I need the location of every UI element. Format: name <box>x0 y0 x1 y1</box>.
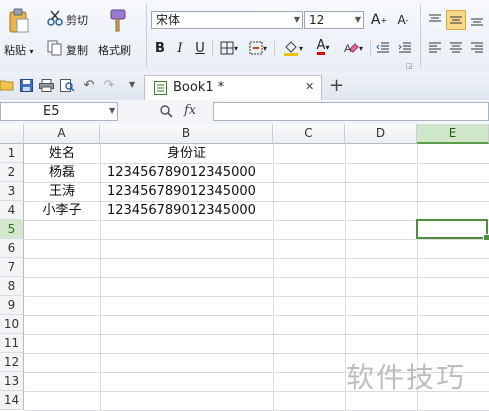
align-bottom-icon[interactable] <box>469 12 485 28</box>
align-top-icon[interactable] <box>427 12 443 28</box>
column-header-b[interactable]: B <box>100 124 273 144</box>
formula-input[interactable] <box>213 102 489 121</box>
cut-button[interactable]: 剪切 <box>66 12 88 28</box>
tab-label: Book1 * <box>173 80 225 95</box>
ribbon-toolbar: 粘贴 ▾ 剪切 复制 格式刷 宋体 ▼ 12 ▼ A + A- B I U ▾ ▾ ▾… <box>0 0 489 73</box>
align-center-icon[interactable] <box>448 40 464 56</box>
fill-color-icon[interactable]: ▾ <box>280 40 306 56</box>
gridline <box>24 334 489 335</box>
format-painter-icon[interactable] <box>104 8 130 34</box>
spreadsheet-icon <box>153 81 167 95</box>
dialog-launcher-icon[interactable]: ◲ <box>406 62 413 70</box>
print-icon[interactable] <box>38 78 54 92</box>
gridline <box>24 258 489 259</box>
gridline <box>24 315 489 316</box>
ribbon-divider <box>146 4 147 68</box>
row-header[interactable]: 13 <box>0 372 24 391</box>
watermark-text: 软件技巧 <box>346 361 467 394</box>
row-header[interactable]: 3 <box>0 182 24 201</box>
gridline <box>24 239 489 240</box>
cell-b4[interactable]: 123456789012345000 <box>107 201 256 220</box>
row-header[interactable]: 9 <box>0 296 24 315</box>
ribbon-divider <box>212 40 213 56</box>
cell-a1[interactable]: 姓名 <box>24 144 100 163</box>
row-header[interactable]: 12 <box>0 353 24 372</box>
row-header[interactable]: 8 <box>0 277 24 296</box>
name-box[interactable]: E5 ▼ <box>0 102 118 121</box>
underline-button[interactable]: U <box>192 40 208 56</box>
column-header-e[interactable]: E <box>417 124 489 144</box>
cell-b2[interactable]: 123456789012345000 <box>107 163 256 182</box>
undo-icon[interactable]: ↶ <box>82 78 96 93</box>
save-icon[interactable] <box>19 78 33 92</box>
clear-format-icon[interactable]: A ▾ <box>340 40 366 56</box>
grow-font-button[interactable]: A + <box>371 12 387 28</box>
cell-b1[interactable]: 身份证 <box>100 144 273 163</box>
copy-icon[interactable] <box>47 40 63 56</box>
column-header-c[interactable]: C <box>273 124 345 144</box>
cell-b3[interactable]: 123456789012345000 <box>107 182 256 201</box>
paste-button[interactable]: 粘贴 ▾ <box>4 42 34 58</box>
gridline <box>24 277 489 278</box>
column-header-d[interactable]: D <box>345 124 417 144</box>
row-header[interactable]: 1 <box>0 144 24 163</box>
column-header-a[interactable]: A <box>24 124 100 144</box>
row-header[interactable]: 10 <box>0 315 24 334</box>
align-left-icon[interactable] <box>427 40 443 56</box>
cell-a3[interactable]: 王涛 <box>24 182 100 201</box>
row-header[interactable]: 7 <box>0 258 24 277</box>
chevron-down-icon: ▼ <box>354 15 361 24</box>
ribbon-divider <box>420 4 421 68</box>
chevron-down-icon: ▼ <box>293 15 300 24</box>
increase-indent-icon[interactable] <box>397 40 413 56</box>
tab-book1[interactable]: Book1 * ✕ <box>144 75 322 100</box>
row-header[interactable]: 14 <box>0 391 24 410</box>
ribbon-divider <box>370 40 371 56</box>
redo-icon[interactable]: ↷ <box>102 78 116 93</box>
bold-button[interactable]: B <box>152 40 168 56</box>
row-header[interactable]: 4 <box>0 201 24 220</box>
row-header-selected[interactable]: 5 <box>0 220 24 239</box>
font-name-select[interactable]: 宋体 ▼ <box>151 11 303 29</box>
paste-icon[interactable] <box>6 6 32 36</box>
ribbon-divider <box>274 40 275 56</box>
shrink-font-button[interactable]: A- <box>395 12 411 28</box>
format-painter-button[interactable]: 格式刷 <box>98 42 131 58</box>
zoom-icon[interactable] <box>158 104 174 118</box>
gridline <box>24 353 489 354</box>
new-tab-button[interactable]: + <box>329 75 344 96</box>
folder-icon[interactable] <box>0 78 14 92</box>
selected-cell-e5[interactable] <box>416 219 489 241</box>
align-right-icon[interactable] <box>469 40 485 56</box>
cell-a2[interactable]: 杨磊 <box>24 163 100 182</box>
font-size-select[interactable]: 12 ▼ <box>304 11 364 29</box>
align-middle-icon[interactable] <box>446 10 466 30</box>
row-header[interactable]: 11 <box>0 334 24 353</box>
scissors-icon[interactable] <box>47 10 63 26</box>
borders-icon[interactable]: ▾ <box>217 40 241 56</box>
merge-cells-icon[interactable]: ▾ <box>246 40 270 56</box>
close-icon[interactable]: ✕ <box>305 80 314 93</box>
copy-button[interactable]: 复制 <box>66 42 88 58</box>
print-preview-icon[interactable] <box>59 78 75 92</box>
row-header[interactable]: 2 <box>0 163 24 182</box>
cell-a4[interactable]: 小李子 <box>24 201 100 220</box>
gridline <box>24 296 489 297</box>
customize-toolbar-icon[interactable]: ▼ <box>129 80 135 89</box>
italic-button[interactable]: I <box>172 40 188 56</box>
fx-icon[interactable]: fx <box>184 103 196 118</box>
chevron-down-icon[interactable]: ▼ <box>109 106 115 115</box>
select-all-corner[interactable] <box>0 124 24 144</box>
fill-handle[interactable] <box>483 234 489 241</box>
decrease-indent-icon[interactable] <box>375 40 391 56</box>
row-header[interactable]: 6 <box>0 239 24 258</box>
font-color-icon[interactable]: A ▾ <box>310 38 336 56</box>
